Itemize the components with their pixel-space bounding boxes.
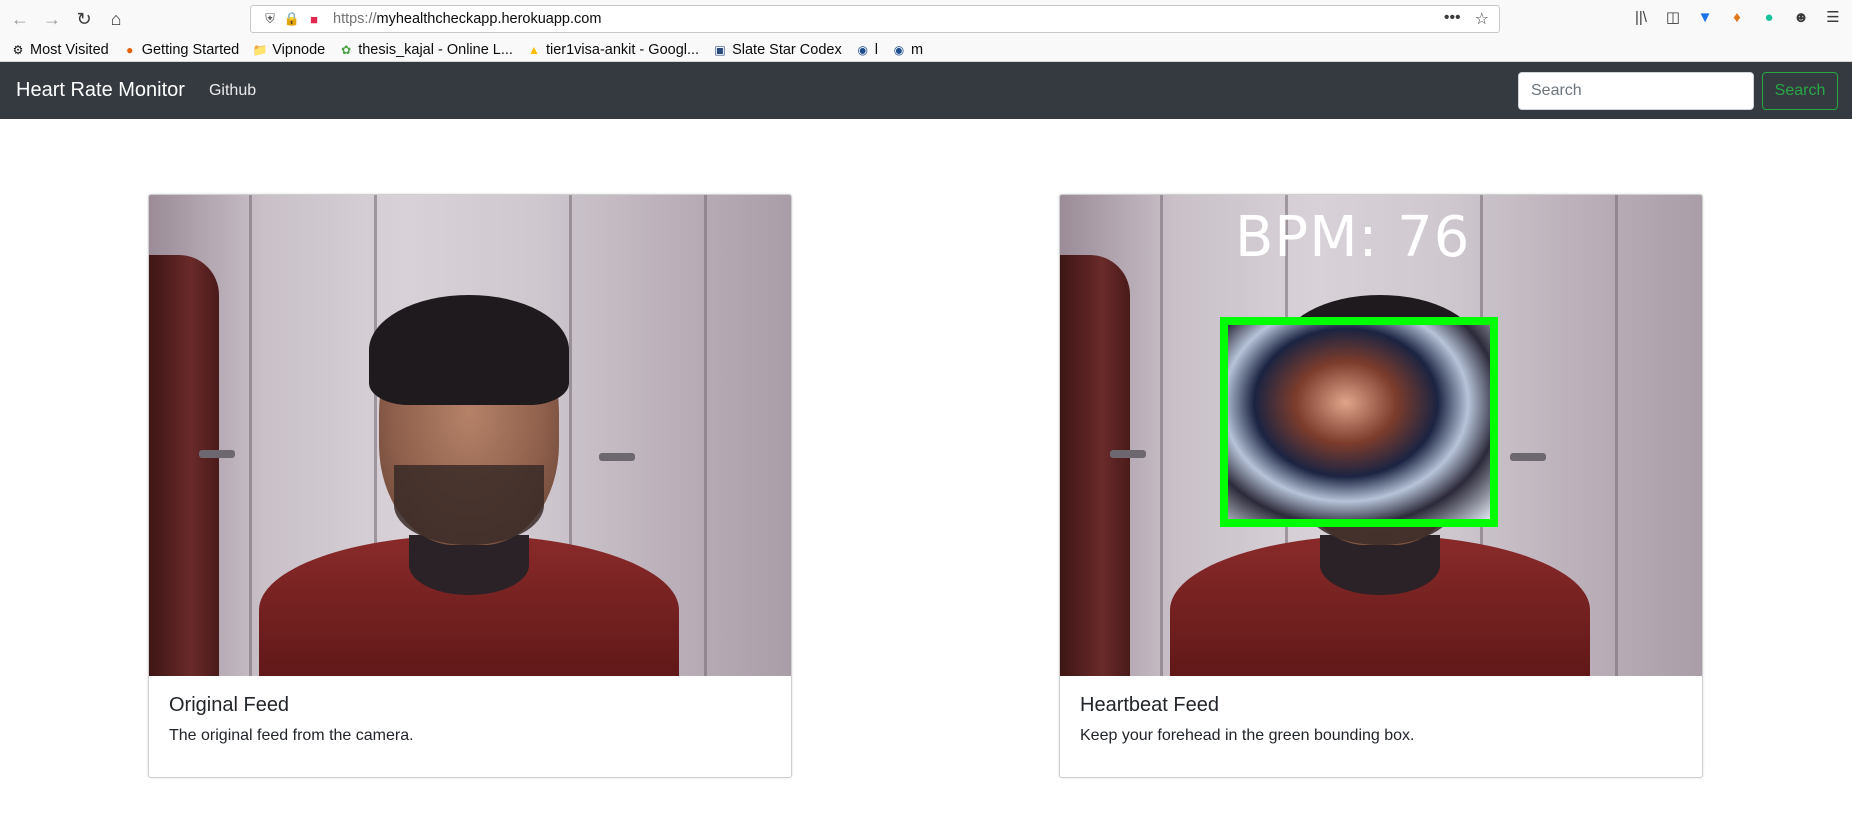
card-title: Heartbeat Feed (1080, 694, 1219, 716)
bookmark-label: Vipnode (272, 41, 326, 58)
bookmark-m[interactable]: ◉ m (891, 42, 923, 58)
nav-link-github[interactable]: Github (209, 82, 256, 100)
camera-icon[interactable]: ■ (303, 12, 325, 27)
menu-icon[interactable]: ☰ (1822, 3, 1844, 31)
card-title: Original Feed (169, 694, 290, 716)
url-bar[interactable]: ⛨ 🔒 ■ https://myhealthcheckapp.herokuapp… (250, 5, 1500, 33)
sidebar-icon[interactable]: ◫ (1662, 3, 1684, 31)
bookmark-star-icon[interactable]: ☆ (1475, 9, 1489, 29)
bookmark-label: Slate Star Codex (732, 41, 842, 58)
bpm-overlay: BPM: 76 (1235, 205, 1471, 270)
heartbeat-feed-card: BPM: 76 Heartbeat Feed Keep your forehea… (1059, 194, 1703, 778)
heartbeat-feed-image: BPM: 76 (1060, 195, 1702, 676)
bookmark-label: thesis_kajal - Online L... (358, 41, 513, 58)
navbar-brand[interactable]: Heart Rate Monitor (16, 79, 185, 102)
metamask-icon[interactable]: ♦ (1726, 3, 1748, 31)
bookmark-most-visited[interactable]: ⚙ Most Visited (10, 42, 109, 58)
bookmark-l[interactable]: ◉ l (855, 41, 878, 58)
page-icon: ▣ (714, 42, 726, 57)
gear-icon: ⚙ (12, 42, 24, 57)
bookmark-thesis[interactable]: ✿ thesis_kajal - Online L... (338, 42, 513, 58)
forward-icon[interactable]: → (36, 3, 68, 35)
bookmark-label: Getting Started (141, 41, 240, 58)
card-text: The original feed from the camera. (169, 727, 414, 744)
bookmark-label: l (874, 41, 878, 58)
bookmark-label: m (910, 41, 924, 58)
library-icon[interactable]: ||\ (1630, 3, 1652, 31)
search-button[interactable]: Search (1762, 72, 1838, 110)
url-text[interactable]: https://myhealthcheckapp.herokuapp.com (333, 11, 601, 27)
search-input[interactable] (1518, 72, 1754, 110)
shield-icon[interactable]: ⛨ (259, 11, 281, 27)
site-icon: ◉ (857, 42, 868, 57)
overleaf-icon: ✿ (341, 42, 352, 57)
bookmark-slate-star-codex[interactable]: ▣ Slate Star Codex (712, 41, 842, 58)
card-text: Keep your forehead in the green bounding… (1080, 727, 1415, 744)
bookmark-label: tier1visa-ankit - Googl... (545, 41, 700, 58)
browser-toolbar: ← → ↻ ⌂ ⛨ 🔒 ■ https://myhealthcheckapp.h… (0, 0, 1852, 38)
firefox-icon: ● (126, 42, 134, 57)
bookmark-tier1visa[interactable]: ▲ tier1visa-ankit - Googl... (526, 42, 699, 58)
bookmark-label: Most Visited (30, 41, 109, 58)
back-icon[interactable]: ← (4, 3, 36, 35)
url-host: myhealthcheckapp.herokuapp.com (376, 11, 602, 27)
folder-icon: 📁 (252, 42, 268, 57)
grammarly-icon[interactable]: ● (1758, 3, 1780, 31)
home-icon[interactable]: ⌂ (100, 3, 132, 35)
reload-icon[interactable]: ↻ (68, 3, 100, 35)
extension-v-icon[interactable]: ▼ (1694, 3, 1716, 31)
account-icon[interactable]: ☻ (1790, 3, 1812, 31)
bookmark-vipnode[interactable]: 📁 Vipnode (252, 42, 325, 58)
site-icon: ◉ (893, 42, 905, 57)
bookmark-getting-started[interactable]: ● Getting Started (122, 41, 240, 58)
bookmarks-bar: ⚙ Most Visited ● Getting Started 📁 Vipnode … (0, 38, 1852, 62)
google-drive-icon: ▲ (528, 42, 540, 57)
forehead-bounding-box (1220, 317, 1498, 527)
page-actions-icon[interactable]: ••• (1444, 9, 1461, 29)
url-scheme: https:// (333, 11, 377, 27)
original-feed-card: Original Feed The original feed from the… (148, 194, 792, 778)
app-navbar: Heart Rate Monitor Github Search (0, 62, 1852, 119)
lock-icon[interactable]: 🔒 (281, 11, 303, 27)
original-feed-image (149, 195, 791, 676)
